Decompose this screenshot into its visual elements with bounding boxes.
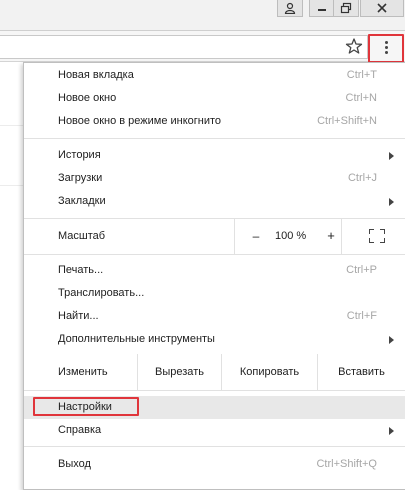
menu-item-shortcut: Ctrl+T: [346, 69, 377, 81]
menu-item-label: Выход: [58, 458, 91, 470]
menu-item-new-window[interactable]: Новое окно Ctrl+N: [24, 87, 405, 110]
menu-item-history[interactable]: История: [24, 144, 405, 167]
three-dots-vertical-icon: [385, 41, 388, 56]
menu-item-label: Загрузки: [58, 172, 103, 184]
address-bar[interactable]: [0, 35, 368, 59]
menu-item-label: Новая вкладка: [58, 69, 134, 81]
menu-item-cast[interactable]: Транслировать...: [24, 282, 405, 305]
menu-item-incognito[interactable]: Новое окно в режиме инкогнито Ctrl+Shift…: [24, 110, 405, 133]
menu-item-more-tools[interactable]: Дополнительные инструменты: [24, 328, 405, 351]
menu-item-shortcut: Ctrl+P: [346, 264, 377, 276]
menu-item-shortcut: Ctrl+J: [347, 172, 377, 184]
chevron-right-icon: [389, 152, 394, 160]
chevron-right-icon: [389, 427, 394, 435]
menu-item-label: Печать...: [58, 264, 104, 276]
menu-item-label: Настройки: [58, 401, 112, 413]
paste-button[interactable]: Вставить: [317, 354, 405, 390]
menu-separator: [24, 254, 405, 255]
fullscreen-icon[interactable]: [369, 229, 385, 243]
menu-item-help[interactable]: Справка: [24, 419, 405, 442]
menu-item-print[interactable]: Печать... Ctrl+P: [24, 259, 405, 282]
user-icon[interactable]: [277, 0, 303, 17]
zoom-label: Масштаб: [58, 230, 106, 242]
copy-button[interactable]: Копировать: [221, 354, 317, 390]
menu-item-label: Новое окно: [58, 92, 117, 104]
menu-item-label: Новое окно в режиме инкогнито: [58, 115, 222, 127]
copy-label: Копировать: [239, 366, 300, 378]
paste-label: Вставить: [338, 366, 385, 378]
zoom-controls: – 100 % +: [234, 218, 342, 254]
chrome-menu: Новая вкладка Ctrl+T Новое окно Ctrl+N Н…: [23, 62, 405, 490]
zoom-row: Масштаб – 100 % +: [24, 218, 405, 254]
menu-item-find[interactable]: Найти... Ctrl+F: [24, 305, 405, 328]
minimize-icon[interactable]: [309, 0, 335, 17]
browser-toolbar: [0, 30, 405, 62]
zoom-in-button[interactable]: +: [324, 228, 338, 243]
menu-item-shortcut: Ctrl+Shift+Q: [316, 458, 377, 470]
menu-item-label: Справка: [58, 424, 102, 436]
menu-item-label: Найти...: [58, 310, 99, 322]
zoom-out-button[interactable]: –: [249, 229, 263, 243]
menu-item-exit[interactable]: Выход Ctrl+Shift+Q: [24, 453, 405, 476]
menu-item-settings[interactable]: Настройки: [24, 396, 405, 419]
zoom-level: 100 %: [275, 230, 307, 242]
cut-button[interactable]: Вырезать: [137, 354, 221, 390]
menu-item-label: Дополнительные инструменты: [58, 333, 215, 345]
menu-separator: [24, 446, 405, 447]
restore-icon[interactable]: [333, 0, 359, 17]
edit-label: Изменить: [58, 366, 108, 378]
menu-item-shortcut: Ctrl+Shift+N: [317, 115, 377, 127]
menu-button[interactable]: [368, 34, 404, 63]
close-icon[interactable]: [360, 0, 404, 17]
menu-item-label: История: [58, 149, 101, 161]
menu-item-shortcut: Ctrl+N: [345, 92, 377, 104]
menu-item-downloads[interactable]: Загрузки Ctrl+J: [24, 167, 405, 190]
menu-item-label: Закладки: [58, 195, 106, 207]
cut-label: Вырезать: [155, 366, 204, 378]
menu-separator: [24, 138, 405, 139]
menu-item-label: Транслировать...: [58, 287, 145, 299]
edit-row: Изменить Вырезать Копировать Вставить: [24, 354, 405, 390]
menu-separator: [24, 390, 405, 391]
chevron-right-icon: [389, 336, 394, 344]
menu-item-bookmarks[interactable]: Закладки: [24, 190, 405, 213]
title-bar: [0, 0, 405, 22]
chevron-right-icon: [389, 198, 394, 206]
menu-item-shortcut: Ctrl+F: [346, 310, 377, 322]
menu-item-new-tab[interactable]: Новая вкладка Ctrl+T: [24, 64, 405, 87]
star-icon[interactable]: [345, 37, 363, 55]
